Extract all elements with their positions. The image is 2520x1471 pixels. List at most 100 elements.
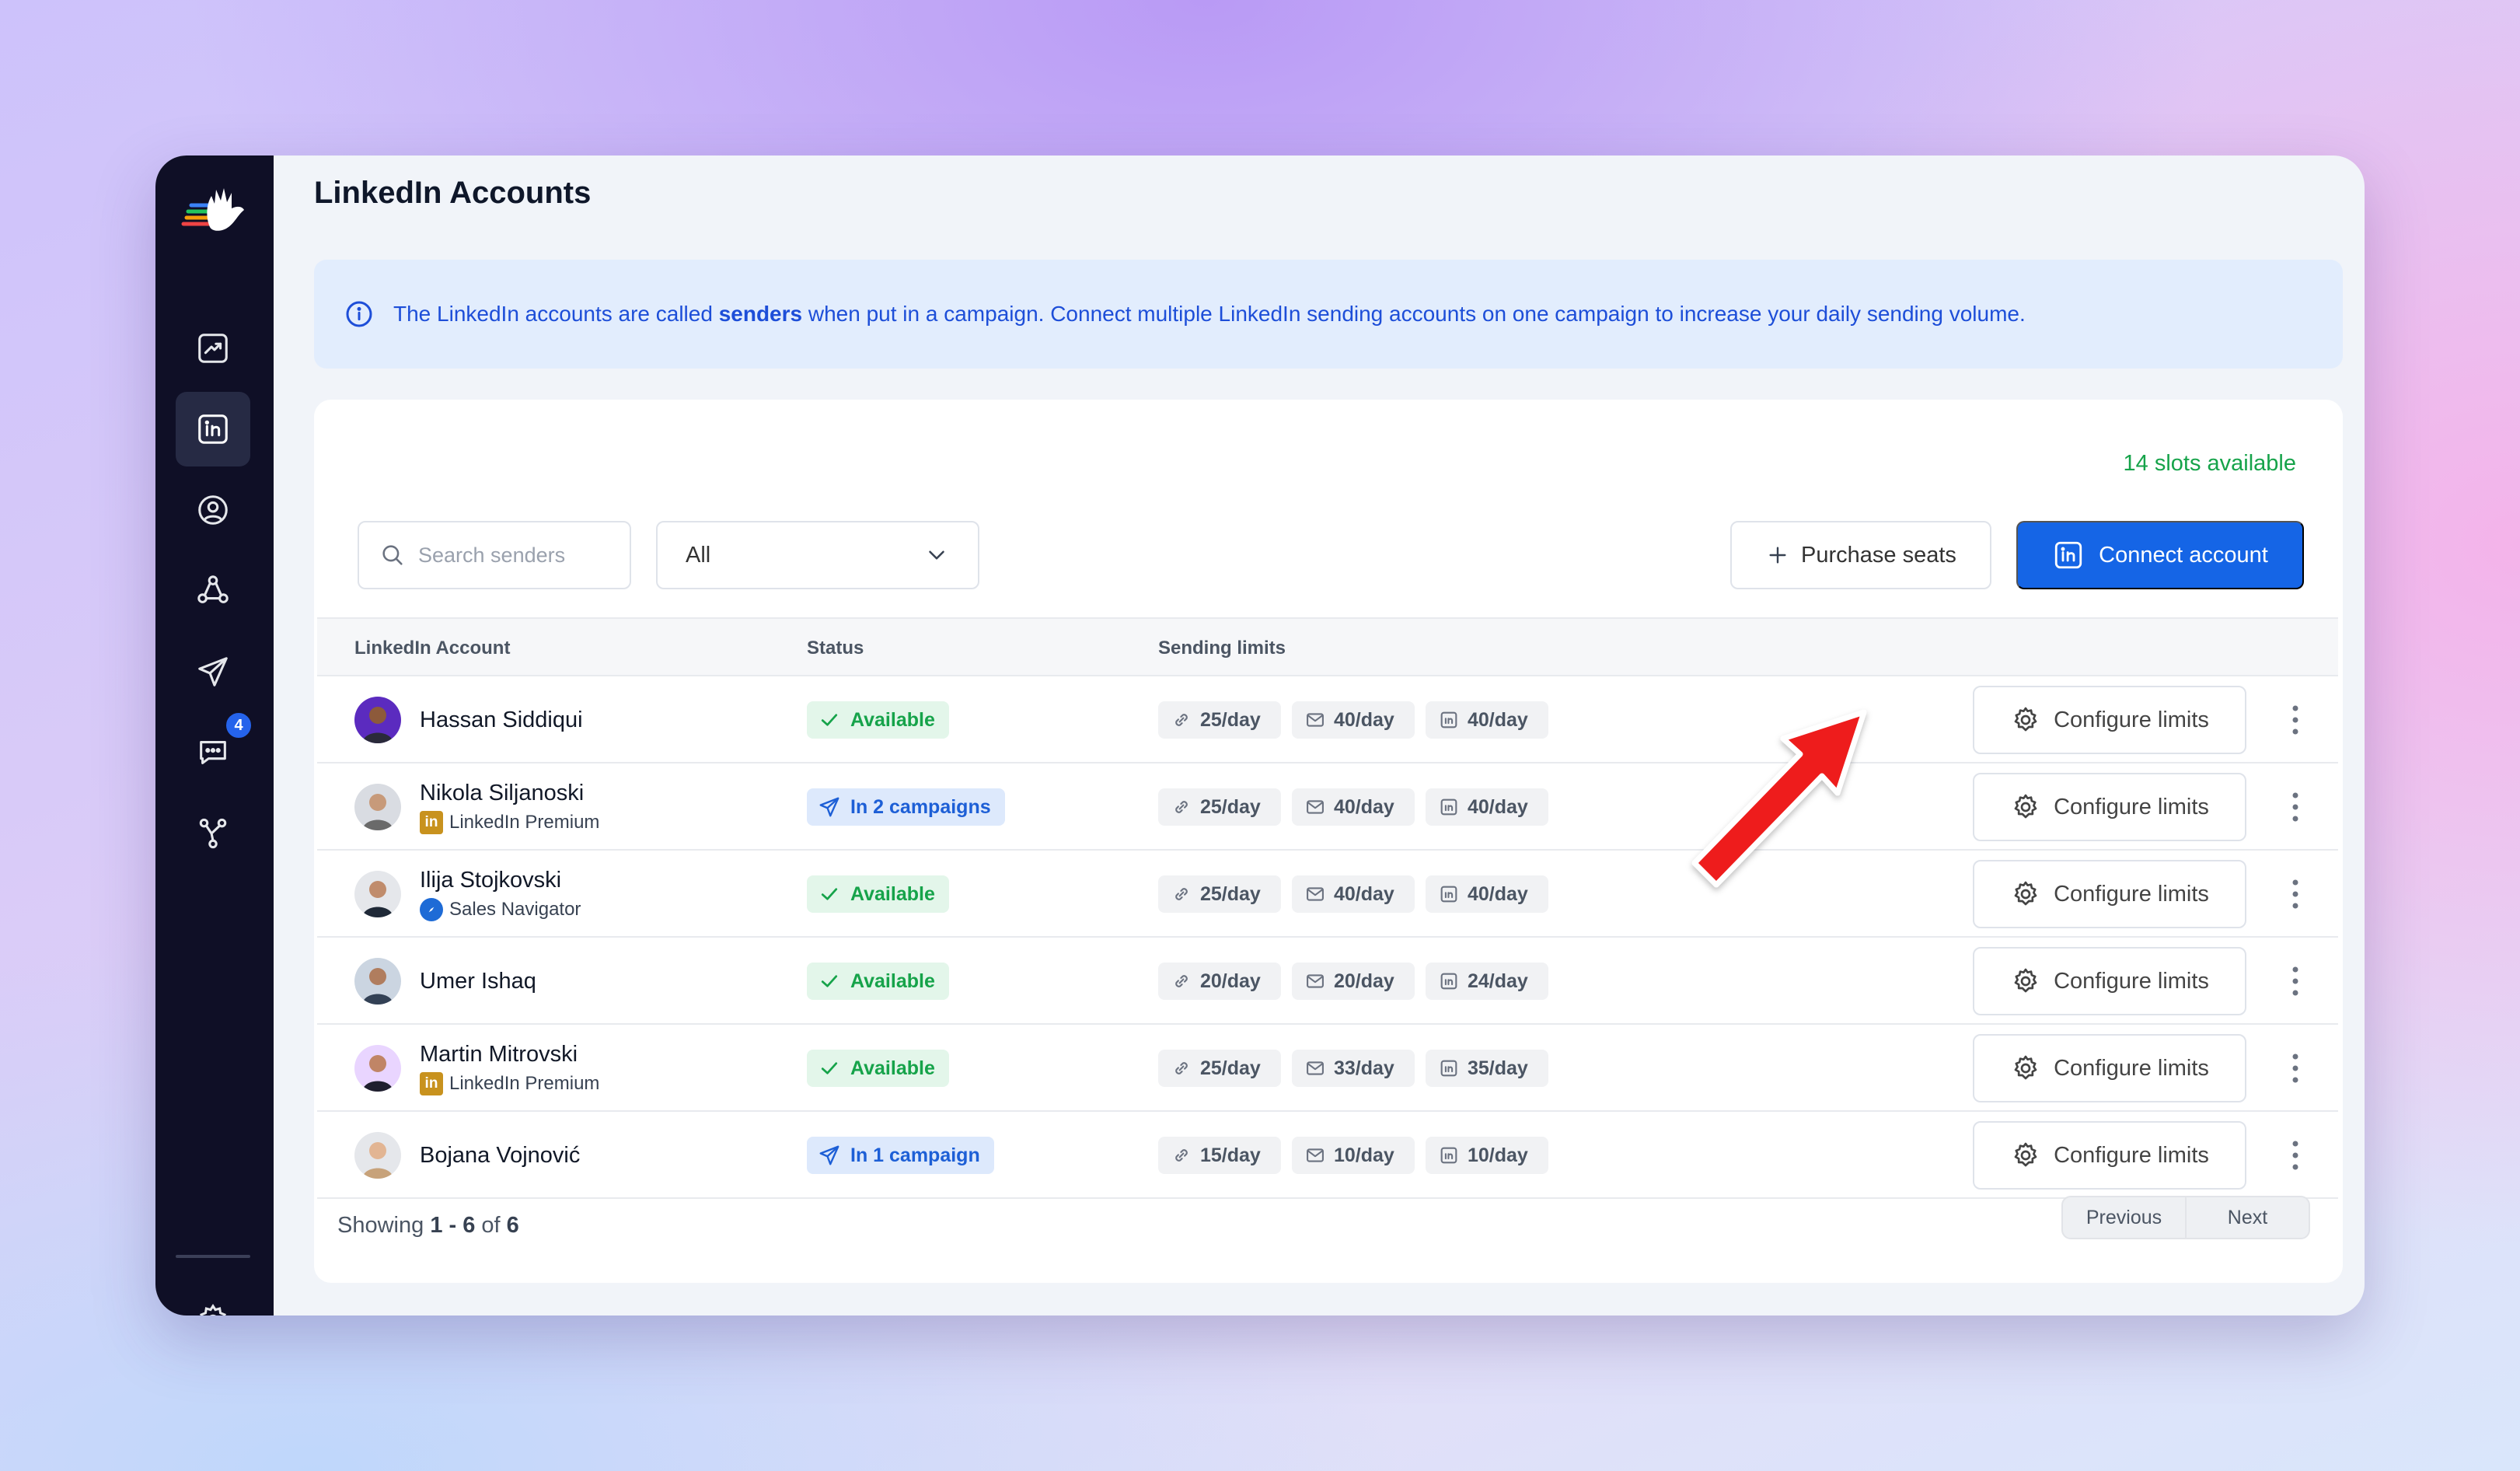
gear-icon: [2014, 794, 2037, 819]
inmail-limit: 10/day: [1426, 1137, 1548, 1174]
account-subscription: Sales Navigator: [420, 897, 581, 921]
link-icon: [1175, 801, 1188, 813]
link-icon: [1175, 975, 1188, 987]
table-header: LinkedIn Account Status Sending limits: [317, 617, 2338, 676]
linkedin-premium-icon: in: [420, 810, 443, 834]
configure-limits-button[interactable]: Configure limits: [1973, 860, 2246, 928]
row-actions-menu[interactable]: [2276, 1048, 2315, 1088]
sidebar-item-contacts[interactable]: [176, 473, 250, 547]
sidebar-item-inbox[interactable]: 4: [176, 711, 253, 790]
sidebar-item-integrations[interactable]: [176, 796, 250, 871]
column-header-limits: Sending limits: [1158, 638, 1286, 659]
sidebar-item-linkedin-accounts[interactable]: [176, 392, 250, 466]
check-icon: [821, 714, 838, 726]
row-actions-menu[interactable]: [2276, 1135, 2315, 1176]
message-limit: 40/day: [1292, 875, 1415, 913]
send-icon: [819, 1145, 839, 1165]
chat-icon: [200, 741, 226, 764]
sidebar: 4: [155, 155, 274, 1316]
connection-limit: 25/day: [1158, 875, 1281, 913]
accounts-table: LinkedIn Account Status Sending limits H…: [317, 617, 2338, 1199]
more-vertical-icon: [2292, 879, 2298, 909]
row-actions-menu[interactable]: [2276, 700, 2315, 740]
message-limit: 10/day: [1292, 1137, 1415, 1174]
linkedin-icon: [1440, 886, 1457, 903]
configure-limits-button[interactable]: Configure limits: [1973, 1121, 2246, 1190]
link-icon: [1175, 1149, 1188, 1162]
more-vertical-icon: [2292, 966, 2298, 996]
sidebar-item-campaigns[interactable]: [176, 634, 250, 709]
app-window: 4 LinkedIn Accounts The LinkedIn account…: [155, 155, 2365, 1316]
gear-icon: [2014, 1142, 2037, 1167]
row-actions-menu[interactable]: [2276, 961, 2315, 1001]
account-name: Bojana Vojnović: [420, 1142, 581, 1168]
pagination-summary: Showing 1 - 6 of 6: [337, 1213, 519, 1238]
mail-icon: [1307, 713, 1324, 727]
row-actions-menu[interactable]: [2276, 874, 2315, 914]
configure-limits-button[interactable]: Configure limits: [1973, 1034, 2246, 1102]
column-header-account: LinkedIn Account: [354, 638, 511, 659]
pagination: Previous Next: [2061, 1196, 2310, 1239]
info-icon: [346, 301, 372, 327]
info-banner: The LinkedIn accounts are called senders…: [314, 260, 2343, 369]
avatar: [354, 1132, 401, 1179]
linkedin-icon: [2055, 541, 2082, 569]
row-actions-menu[interactable]: [2276, 787, 2315, 827]
configure-limits-button[interactable]: Configure limits: [1973, 947, 2246, 1015]
connect-account-button[interactable]: Connect account: [2016, 521, 2304, 589]
brand-logo[interactable]: [176, 173, 253, 243]
account-subscription: in LinkedIn Premium: [420, 810, 599, 834]
mail-icon: [1307, 1148, 1324, 1162]
gear-icon: [2014, 1055, 2037, 1080]
configure-limits-button[interactable]: Configure limits: [1973, 773, 2246, 841]
slots-available: 14 slots available: [2123, 451, 2296, 476]
configure-limits-button[interactable]: Configure limits: [1973, 686, 2246, 754]
connection-limit: 20/day: [1158, 963, 1281, 1000]
status-badge: Available: [807, 1050, 949, 1087]
account-subscription: in LinkedIn Premium: [420, 1071, 599, 1095]
status-badge: In 2 campaigns: [807, 788, 1005, 826]
linkedin-icon: [1440, 1147, 1457, 1164]
search-input[interactable]: [418, 543, 628, 568]
avatar: [354, 1045, 401, 1092]
table-row[interactable]: Hassan Siddiqui Available 25/day 40/day …: [317, 676, 2338, 763]
account-name: Ilija Stojkovski: [420, 867, 562, 893]
table-row[interactable]: Nikola Siljanoski in LinkedIn Premium In …: [317, 763, 2338, 851]
plus-icon: [1769, 547, 1786, 564]
status-badge: Available: [807, 875, 949, 913]
table-row[interactable]: Bojana Vojnović In 1 campaign 15/day 10/…: [317, 1112, 2338, 1199]
check-icon: [821, 888, 838, 900]
table-body: Hassan Siddiqui Available 25/day 40/day …: [317, 676, 2338, 1199]
status-filter-select[interactable]: All: [656, 521, 979, 589]
gear-icon: [199, 1303, 227, 1316]
sidebar-item-settings[interactable]: [176, 1283, 250, 1316]
account-name: Hassan Siddiqui: [420, 707, 583, 732]
table-row[interactable]: Martin Mitrovski in LinkedIn Premium Avai…: [317, 1025, 2338, 1112]
search-box[interactable]: [358, 521, 631, 589]
more-vertical-icon: [2292, 1141, 2298, 1170]
inmail-limit: 35/day: [1426, 1050, 1548, 1087]
status-filter-value: All: [686, 542, 711, 568]
gear-icon: [2014, 707, 2037, 732]
message-limit: 33/day: [1292, 1050, 1415, 1087]
next-page-button[interactable]: Next: [2185, 1197, 2309, 1238]
purchase-seats-button[interactable]: Purchase seats: [1730, 521, 1991, 589]
avatar: [354, 784, 401, 830]
connection-limit: 25/day: [1158, 701, 1281, 739]
link-icon: [1175, 1062, 1188, 1074]
mail-icon: [1307, 800, 1324, 814]
table-row[interactable]: Umer Ishaq Available 20/day 20/day 24/da…: [317, 938, 2338, 1025]
status-badge: Available: [807, 963, 949, 1000]
message-limit: 40/day: [1292, 788, 1415, 826]
more-vertical-icon: [2292, 1053, 2298, 1083]
message-limit: 40/day: [1292, 701, 1415, 739]
previous-page-button[interactable]: Previous: [2063, 1197, 2185, 1238]
sidebar-item-analytics[interactable]: [176, 311, 250, 386]
connection-limit: 25/day: [1158, 788, 1281, 826]
table-row[interactable]: Ilija Stojkovski Sales Navigator Availab…: [317, 851, 2338, 938]
main-content: LinkedIn Accounts The LinkedIn accounts …: [274, 155, 2365, 1316]
sidebar-item-network[interactable]: [176, 554, 250, 628]
account-name: Nikola Siljanoski: [420, 780, 585, 805]
link-icon: [1175, 888, 1188, 900]
send-icon: [819, 797, 839, 817]
